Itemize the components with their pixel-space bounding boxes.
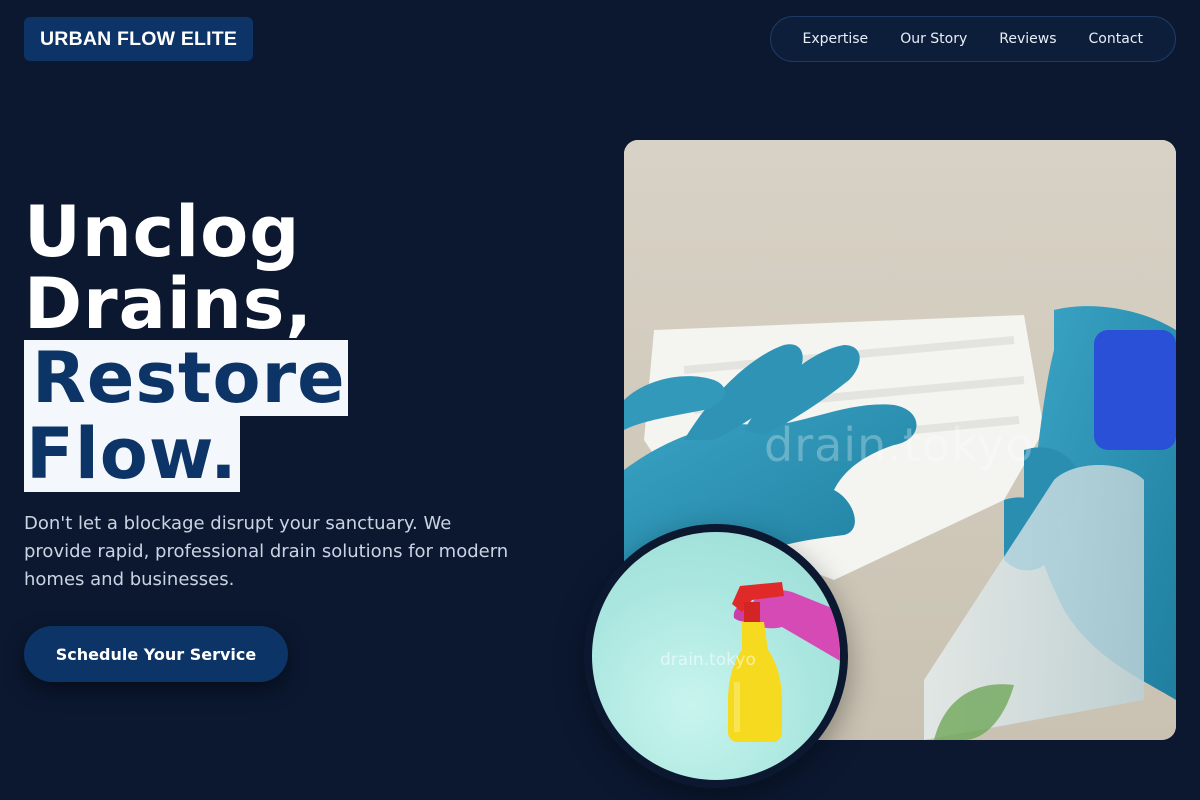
hero-description: Don't let a blockage disrupt your sanctu… xyxy=(24,513,509,590)
brand-name: URBAN FLOW ELITE xyxy=(40,27,238,50)
main-nav: Expertise Our Story Reviews Contact xyxy=(769,16,1176,62)
headline-line-1: Unclog xyxy=(24,191,301,273)
nav-item-our-story[interactable]: Our Story xyxy=(884,31,983,47)
headline-highlight-2: Flow. xyxy=(24,413,240,495)
hero-headline: Unclog Drains, Restore Flow. xyxy=(24,196,348,492)
headline-line-2: Drains, xyxy=(24,263,313,345)
photo-watermark: drain.tokyo xyxy=(764,418,1035,472)
circle-photo-spray-bottle: drain.tokyo xyxy=(584,524,848,788)
brand-logo[interactable]: URBAN FLOW ELITE xyxy=(24,17,254,61)
nav-item-expertise[interactable]: Expertise xyxy=(787,31,885,47)
schedule-service-button[interactable]: Schedule Your Service xyxy=(24,626,288,682)
nav-item-contact[interactable]: Contact xyxy=(1073,31,1159,47)
circle-photo-watermark: drain.tokyo xyxy=(660,650,756,670)
headline-highlight-1: Restore xyxy=(24,340,348,416)
nav-item-reviews[interactable]: Reviews xyxy=(983,31,1072,47)
